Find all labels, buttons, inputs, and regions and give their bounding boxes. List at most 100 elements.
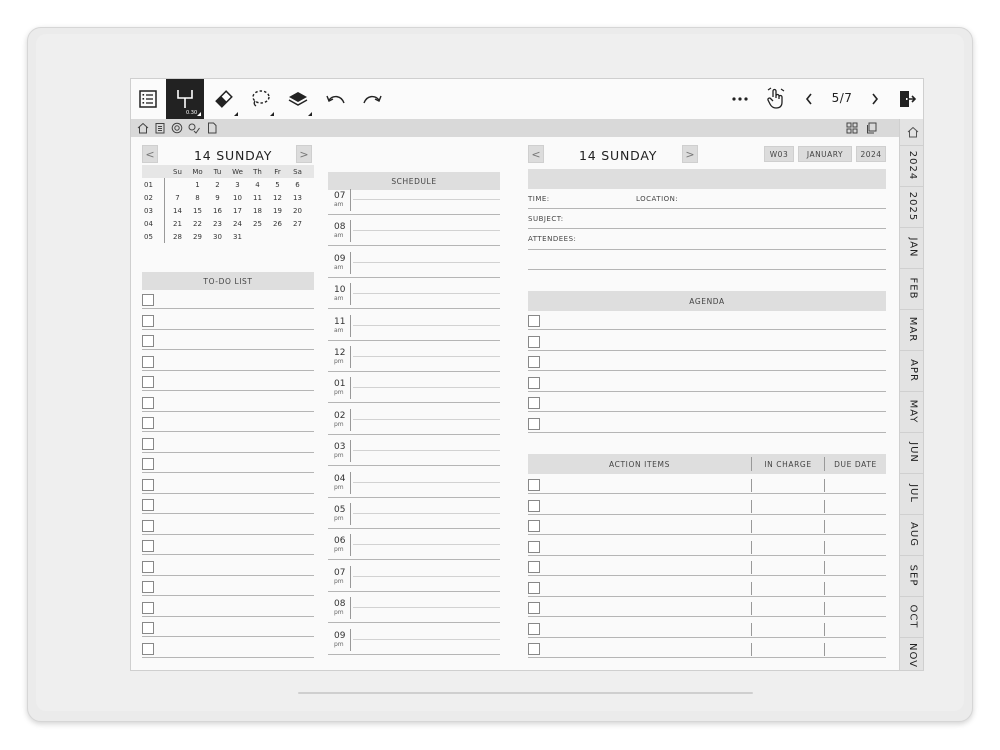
half-hour-line[interactable] xyxy=(353,293,500,295)
agenda-line[interactable] xyxy=(528,370,886,371)
action-line[interactable] xyxy=(528,616,886,617)
todo-line[interactable] xyxy=(142,451,314,453)
hour-line[interactable] xyxy=(328,214,500,215)
tab-2025[interactable]: 2025 xyxy=(900,186,923,226)
target-icon[interactable] xyxy=(170,121,184,135)
calendar-day[interactable]: 23 xyxy=(208,220,227,228)
todo-checkbox[interactable] xyxy=(142,396,154,409)
hour-line[interactable] xyxy=(328,308,500,310)
todo-checkbox[interactable] xyxy=(142,560,154,573)
todo-line[interactable] xyxy=(142,492,314,494)
agenda-line[interactable] xyxy=(528,329,886,330)
tab-sep[interactable]: SEP xyxy=(900,555,923,595)
pages-icon[interactable] xyxy=(865,121,879,135)
todo-line[interactable] xyxy=(142,369,314,371)
action-checkbox[interactable] xyxy=(528,561,540,573)
agenda-checkbox[interactable] xyxy=(528,417,540,430)
action-line[interactable] xyxy=(528,493,886,494)
half-hour-line[interactable] xyxy=(353,199,500,200)
action-checkbox[interactable] xyxy=(528,643,540,655)
tab-apr[interactable]: APR xyxy=(900,350,923,390)
todo-checkbox[interactable] xyxy=(142,540,154,552)
todo-line[interactable] xyxy=(142,349,314,350)
hour-line[interactable] xyxy=(328,339,500,341)
calendar-day[interactable]: 15 xyxy=(188,207,207,215)
calendar-day[interactable]: 7 xyxy=(168,194,187,202)
half-hour-line[interactable] xyxy=(353,513,500,514)
tab-mar[interactable]: MAR xyxy=(900,309,923,349)
tab-home[interactable] xyxy=(900,119,923,145)
todo-checkbox[interactable] xyxy=(142,519,154,532)
grid-view-icon[interactable] xyxy=(845,121,859,135)
hour-line[interactable] xyxy=(328,371,500,372)
tab-may[interactable]: MAY xyxy=(900,391,923,431)
todo-line[interactable] xyxy=(142,328,314,330)
todo-checkbox[interactable] xyxy=(142,499,154,511)
todo-checkbox[interactable] xyxy=(142,581,154,593)
hour-line[interactable] xyxy=(328,559,500,561)
year-chip[interactable]: 2024 xyxy=(856,146,886,162)
agenda-checkbox[interactable] xyxy=(528,356,540,368)
week-number[interactable]: 05 xyxy=(142,233,164,241)
agenda-line[interactable] xyxy=(528,431,886,433)
action-checkbox[interactable] xyxy=(528,540,540,553)
action-line[interactable] xyxy=(528,554,886,556)
agenda-checkbox[interactable] xyxy=(528,376,540,389)
action-line[interactable] xyxy=(528,595,886,597)
action-checkbox[interactable] xyxy=(528,479,540,491)
calendar-day[interactable]: 10 xyxy=(228,194,247,202)
half-hour-line[interactable] xyxy=(353,638,500,640)
calendar-day[interactable]: 31 xyxy=(228,233,247,241)
half-hour-line[interactable] xyxy=(353,418,500,420)
calendar-day[interactable]: 19 xyxy=(268,207,287,215)
tab-jul[interactable]: JUL xyxy=(900,473,923,513)
hour-line[interactable] xyxy=(328,276,500,278)
week-number[interactable]: 04 xyxy=(142,220,164,228)
prev-day-button-right[interactable]: < xyxy=(528,145,544,163)
next-day-button-right[interactable]: > xyxy=(682,145,698,163)
calendar-day[interactable]: 16 xyxy=(208,207,227,215)
action-line[interactable] xyxy=(528,636,886,638)
calendar-day[interactable]: 27 xyxy=(288,220,307,228)
todo-checkbox[interactable] xyxy=(142,478,154,491)
calendar-day[interactable]: 13 xyxy=(288,194,307,202)
redo-icon[interactable] xyxy=(355,79,389,119)
action-checkbox[interactable] xyxy=(528,499,540,512)
prev-page-icon[interactable] xyxy=(799,79,819,119)
hour-line[interactable] xyxy=(328,433,500,435)
week-number[interactable]: 01 xyxy=(142,181,164,189)
todo-checkbox[interactable] xyxy=(142,642,154,655)
half-hour-line[interactable] xyxy=(353,324,500,326)
tab-jan[interactable]: JAN xyxy=(900,227,923,267)
half-hour-line[interactable] xyxy=(353,575,500,577)
calendar-day[interactable]: 1 xyxy=(188,181,207,189)
todo-line[interactable] xyxy=(142,615,314,617)
hour-line[interactable] xyxy=(328,245,500,247)
calendar-day[interactable]: 11 xyxy=(248,194,267,202)
calendar-day[interactable]: 14 xyxy=(168,207,187,215)
hour-line[interactable] xyxy=(328,653,500,655)
tab-jun[interactable]: JUN xyxy=(900,432,923,472)
hour-line[interactable] xyxy=(328,402,500,404)
page-icon[interactable] xyxy=(205,121,219,135)
action-checkbox[interactable] xyxy=(528,581,540,594)
todo-line[interactable] xyxy=(142,410,314,412)
todo-line[interactable] xyxy=(142,472,314,473)
calendar-day[interactable]: 26 xyxy=(268,220,287,228)
next-day-button[interactable]: > xyxy=(296,145,312,163)
agenda-checkbox[interactable] xyxy=(528,315,540,327)
todo-checkbox[interactable] xyxy=(142,335,154,347)
action-checkbox[interactable] xyxy=(528,622,540,635)
action-line[interactable] xyxy=(528,657,886,658)
todo-line[interactable] xyxy=(142,656,314,658)
exit-icon[interactable] xyxy=(893,79,921,119)
todo-line[interactable] xyxy=(142,554,314,555)
todo-checkbox[interactable] xyxy=(142,622,154,634)
todo-checkbox[interactable] xyxy=(142,376,154,388)
tab-oct[interactable]: OCT xyxy=(900,596,923,636)
action-line[interactable] xyxy=(528,534,886,535)
pen-icon[interactable]: 0.30 xyxy=(166,79,204,119)
clipboard-icon[interactable] xyxy=(153,121,167,135)
half-hour-line[interactable] xyxy=(353,387,500,389)
calendar-day[interactable]: 4 xyxy=(248,181,267,189)
